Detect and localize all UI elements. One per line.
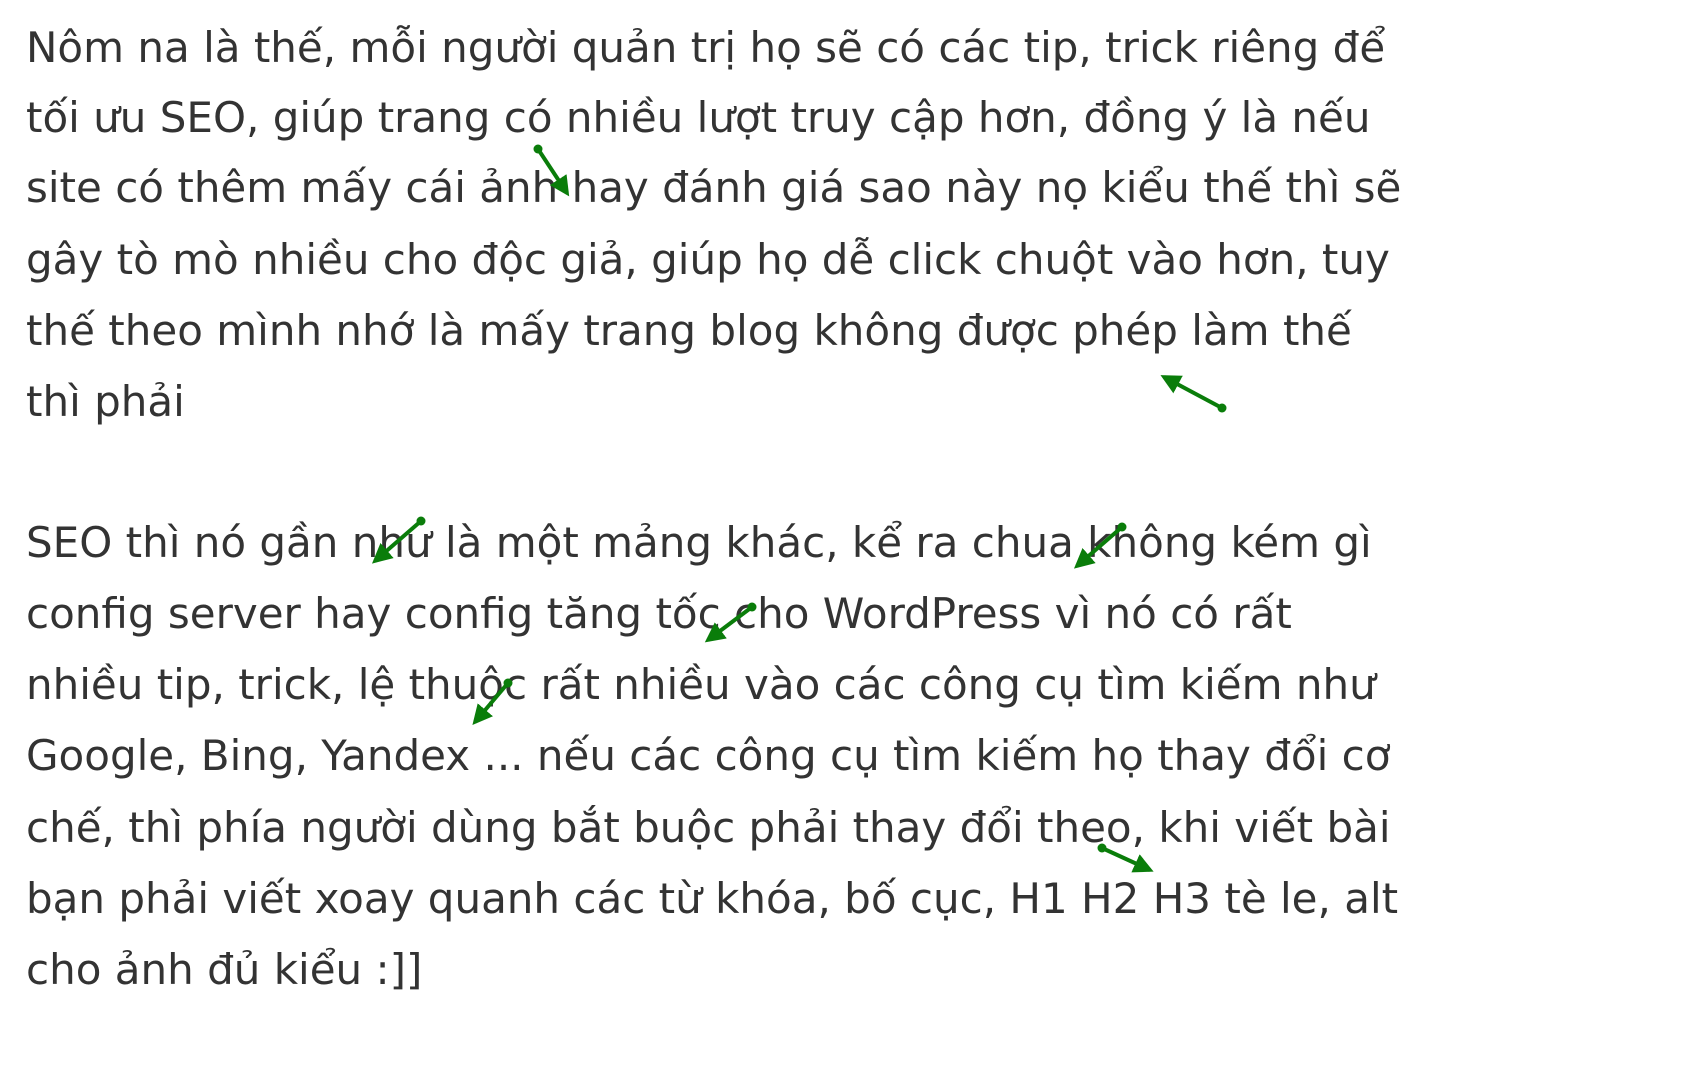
paragraph-line: Nôm na là thế, mỗi người quản trị họ sẽ …: [26, 23, 1386, 72]
paragraph-line: thế theo mình nhớ là mấy trang blog khôn…: [26, 306, 1352, 355]
paragraph-line: cho ảnh đủ kiểu :]]: [26, 945, 423, 994]
paragraph-line: Google, Bing, Yandex ... nếu các công cụ…: [26, 731, 1391, 780]
paragraph-line: site có thêm mấy cái ảnh hay đánh giá sa…: [26, 163, 1402, 212]
paragraph-line: nhiều tip, trick, lệ thuộc rất nhiều vào…: [26, 660, 1376, 709]
paragraph-line: SEO thì nó gần như là một mảng khác, kể …: [26, 518, 1372, 567]
paragraph-line: config server hay config tăng tốc cho Wo…: [26, 589, 1292, 638]
article-body: Nôm na là thế, mỗi người quản trị họ sẽ …: [0, 0, 1687, 1088]
paragraph-line: chế, thì phía người dùng bắt buộc phải t…: [26, 803, 1391, 852]
paragraph-line: gây tò mò nhiều cho độc giả, giúp họ dễ …: [26, 235, 1390, 284]
paragraph-line: tối ưu SEO, giúp trang có nhiều lượt tru…: [26, 93, 1371, 142]
paragraph-line: thì phải: [26, 377, 185, 426]
paragraph-line: bạn phải viết xoay quanh các từ khóa, bố…: [26, 874, 1399, 923]
